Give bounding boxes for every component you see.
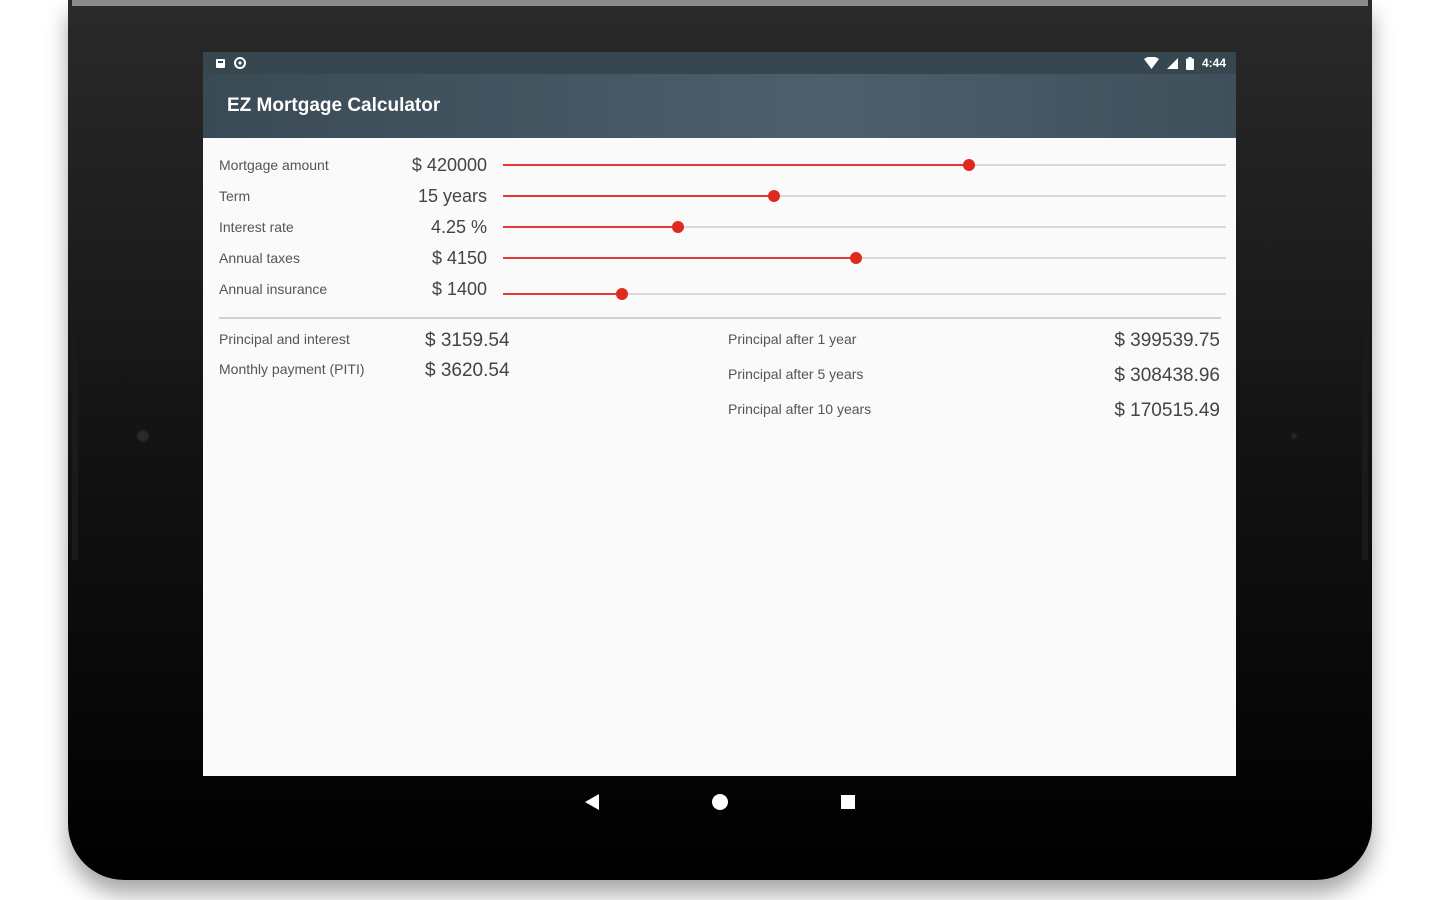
left-sensor — [136, 429, 150, 443]
tablet-top-edge — [72, 0, 1368, 6]
back-icon[interactable] — [580, 790, 604, 814]
annual-taxes-slider[interactable] — [503, 248, 1226, 268]
battery-icon — [1185, 56, 1194, 70]
section-divider — [219, 317, 1221, 319]
slider-fill — [503, 195, 775, 197]
principal-after-10-years-label: Principal after 10 years — [728, 401, 872, 417]
annual-insurance-slider[interactable] — [503, 284, 1226, 304]
slider-thumb[interactable] — [768, 190, 781, 202]
app-toolbar: EZ Mortgage Calculator — [203, 74, 1236, 138]
interest-rate-slider[interactable] — [503, 217, 1226, 237]
principal-interest-value: $ 3159.54 — [425, 330, 510, 351]
sync-icon — [234, 57, 246, 69]
slider-thumb[interactable] — [849, 252, 862, 264]
input-row-annual-insurance: Annual insurance $ 1400 — [219, 277, 1226, 301]
principal-after-5-years-label: Principal after 5 years — [728, 366, 864, 382]
wifi-icon — [1143, 57, 1159, 69]
term-value: 15 years — [417, 185, 487, 206]
navigation-bar — [203, 776, 1236, 828]
principal-after-5-years-value: $ 308438.96 — [1114, 365, 1220, 386]
input-row-mortgage-amount: Mortgage amount $ 420000 — [219, 153, 1226, 177]
annual-taxes-label: Annual taxes — [219, 250, 300, 266]
mortgage-amount-label: Mortgage amount — [219, 157, 329, 173]
slider-thumb[interactable] — [963, 159, 976, 171]
right-sensor — [1290, 432, 1298, 440]
notification-icon — [215, 58, 226, 69]
annual-insurance-label: Annual insurance — [219, 281, 328, 297]
home-icon[interactable] — [708, 790, 732, 814]
left-side-edge — [72, 310, 78, 560]
principal-after-1-year-label: Principal after 1 year — [728, 331, 857, 347]
input-row-term: Term 15 years — [219, 184, 1226, 208]
principal-after-1-year-value: $ 399539.75 — [1114, 330, 1220, 351]
slider-fill — [503, 293, 623, 295]
mortgage-amount-value: $ 420000 — [411, 154, 487, 175]
status-bar: 4:44 — [203, 52, 1236, 74]
term-slider[interactable] — [503, 186, 1226, 206]
app-title: EZ Mortgage Calculator — [227, 95, 441, 116]
right-side-edge — [1362, 310, 1368, 560]
slider-fill — [503, 257, 856, 259]
monthly-payment-label: Monthly payment (PITI) — [219, 361, 365, 377]
slider-thumb[interactable] — [671, 221, 684, 233]
term-label: Term — [219, 188, 251, 204]
principal-after-10-years-value: $ 170515.49 — [1114, 400, 1220, 421]
interest-rate-label: Interest rate — [219, 219, 294, 235]
signal-icon — [1166, 57, 1178, 69]
slider-thumb[interactable] — [616, 288, 629, 300]
input-row-interest-rate: Interest rate 4.25 % — [219, 215, 1226, 239]
screen: 4:44 EZ Mortgage Calculator Mortgage amo… — [203, 52, 1236, 776]
recents-icon[interactable] — [836, 790, 860, 814]
annual-taxes-value: $ 4150 — [431, 247, 487, 268]
slider-fill — [503, 164, 970, 166]
input-row-annual-taxes: Annual taxes $ 4150 — [219, 246, 1226, 270]
principal-interest-label: Principal and interest — [219, 331, 350, 347]
mortgage-amount-slider[interactable] — [503, 155, 1226, 175]
monthly-payment-value: $ 3620.54 — [425, 360, 510, 381]
slider-fill — [503, 226, 678, 228]
status-time: 4:44 — [1201, 56, 1226, 70]
interest-rate-value: 4.25 % — [430, 216, 487, 237]
annual-insurance-value: $ 1400 — [431, 278, 487, 299]
